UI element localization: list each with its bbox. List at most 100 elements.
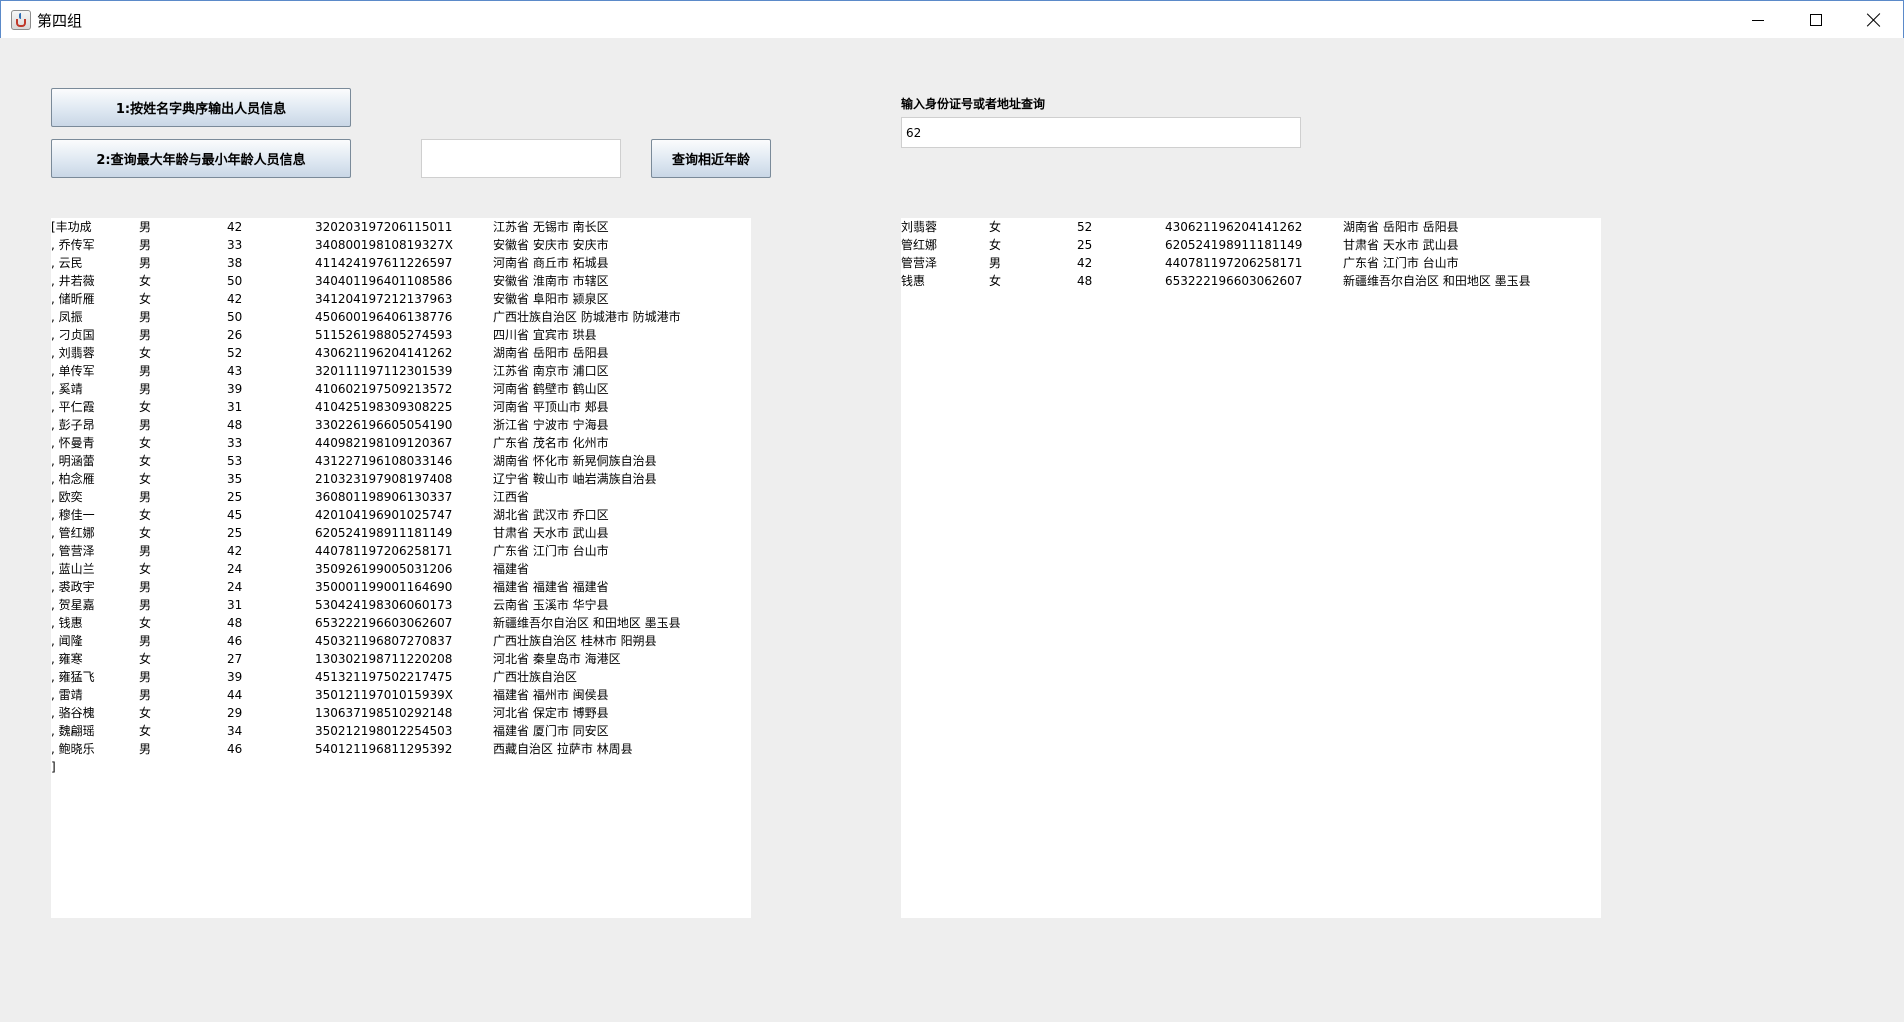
name-cell: , 钱惠 (51, 616, 83, 630)
address-cell: 广东省 江门市 台山市 (493, 544, 609, 558)
id-cell: 350926199005031206 (315, 562, 453, 576)
name-cell: , 欧奕 (51, 490, 83, 504)
address-cell: 河北省 秦皇岛市 海港区 (493, 652, 621, 666)
sex-cell: 男 (139, 670, 152, 684)
age-cell: 52 (1077, 220, 1093, 234)
sex-cell: 男 (139, 490, 152, 504)
age-cell: 39 (227, 382, 243, 396)
title-bar: 第四组 (0, 0, 1904, 38)
age-cell: 24 (227, 562, 243, 576)
id-cell: 451321197502217475 (315, 670, 453, 684)
sex-cell: 男 (139, 328, 152, 342)
name-cell: , 奚靖 (51, 382, 83, 396)
name-cell: , 雍寒 (51, 652, 83, 666)
name-cell: 管红娜 (901, 238, 938, 252)
id-cell: 320111197112301539 (315, 364, 453, 378)
name-cell: , 管红娜 (51, 526, 95, 540)
address-cell: 福建省 (493, 562, 530, 576)
name-cell: 管营泽 (901, 256, 938, 270)
sex-cell: 男 (139, 742, 152, 756)
sex-cell: 男 (139, 364, 152, 378)
list-row: , 明涵蕾 女 53 431227196108033146 湖南省 怀化市 新晃侗族自治… (51, 452, 751, 470)
age-cell: 29 (227, 706, 243, 720)
address-cell: 安徽省 阜阳市 颍泉区 (493, 292, 609, 306)
age-cell: 39 (227, 670, 243, 684)
list-row: , 乔传军 男 33 340800198108193​27X 安徽省 安庆市 安庆市 (51, 236, 751, 254)
address-cell: 福建省 福建省 福建省 (493, 580, 609, 594)
name-cell: , 储昕雁 (51, 292, 95, 306)
id-cell: 450321196807270837 (315, 634, 453, 648)
list-row: , 储昕雁 女 42 341204197212137963 安徽省 阜阳市 颍泉区 (51, 290, 751, 308)
address-cell: 河南省 商丘市 柘城县 (493, 256, 609, 270)
name-cell: , 骆谷槐 (51, 706, 95, 720)
id-cell: 620524198911181149 (315, 526, 453, 540)
age-input[interactable] (421, 139, 621, 178)
person-list-output[interactable]: [丰功成男 42 320203197206115011 江苏省 无锡市 南长区, 乔传… (51, 218, 751, 918)
name-cell: , 柏念雁 (51, 472, 95, 486)
sort-by-name-button[interactable]: 1:按姓名字典序输出人员信息 (51, 88, 351, 127)
id-cell: 431227196108033146 (315, 454, 453, 468)
list-row: , 凤振 男 50 450600196406138776 广西壮族自治区 防城港市 防城… (51, 308, 751, 326)
age-cell: 42 (1077, 256, 1093, 270)
age-cell: 42 (227, 292, 243, 306)
id-cell: 410425198309308225 (315, 400, 453, 414)
query-input[interactable] (901, 117, 1301, 148)
maximize-button[interactable] (1787, 1, 1845, 39)
close-button[interactable] (1845, 1, 1903, 39)
id-cell: 340401196401108586 (315, 274, 453, 288)
list-row: , 怀曼青 女 33 440982198109120367 广东省 茂名市 化州市 (51, 434, 751, 452)
list-row: , 鲍晓乐 男 46 540121196811295392 西藏自治区 拉萨市 林周县 (51, 740, 751, 758)
address-cell: 西藏自治区 拉萨市 林周县 (493, 742, 633, 756)
query-result-output[interactable]: 刘翡蓉女 52 430621196204141262 湖南省 岳阳市 岳阳县 管红娜女 2… (901, 218, 1601, 918)
query-near-age-button[interactable]: 查询相近年龄 (651, 139, 771, 178)
sex-cell: 男 (139, 310, 152, 324)
list-row: , 雍猛飞 男 39 451321197502217475 广西壮族自治区 (51, 668, 751, 686)
sex-cell: 女 (139, 652, 152, 666)
age-cell: 53 (227, 454, 243, 468)
name-cell: , 闻隆 (51, 634, 83, 648)
age-cell: 31 (227, 598, 243, 612)
age-cell: 25 (1077, 238, 1093, 252)
list-row: , 雍寒 女 27 130302198711220208 河北省 秦皇岛市 海港区 (51, 650, 751, 668)
minimize-button[interactable] (1729, 1, 1787, 39)
id-cell: 653222196603062607 (315, 616, 453, 630)
maximize-icon (1810, 14, 1822, 26)
sex-cell: 男 (139, 256, 152, 270)
minimize-icon (1752, 19, 1764, 21)
list-row: , 魏翩瑶 女 34 350212198012254503 福建省 厦门市 同安区 (51, 722, 751, 740)
id-cell: 130637198510292148 (315, 706, 453, 720)
age-cell: 38 (227, 256, 243, 270)
age-cell: 43 (227, 364, 243, 378)
age-cell: 42 (227, 220, 243, 234)
age-cell: 31 (227, 400, 243, 414)
age-cell: 33 (227, 238, 243, 252)
address-cell: 浙江省 宁波市 宁海县 (493, 418, 609, 432)
name-cell: , 怀曼青 (51, 436, 95, 450)
address-cell: 江西省 (493, 490, 530, 504)
age-cell: 46 (227, 634, 243, 648)
sex-cell: 女 (139, 616, 152, 630)
name-cell: , 鲍晓乐 (51, 742, 95, 756)
sex-cell: 男 (139, 382, 152, 396)
address-cell: 安徽省 淮南市 市辖区 (493, 274, 609, 288)
address-cell: 甘肃省 天水市 武山县 (493, 526, 609, 540)
address-cell: 湖南省 怀化市 新晃侗族自治县 (493, 454, 657, 468)
name-cell: , 管营泽 (51, 544, 95, 558)
name-cell: , 穆佳一 (51, 508, 95, 522)
sex-cell: 女 (989, 238, 1002, 252)
query-age-extremes-button[interactable]: 2:查询最大年龄与最小年龄人员信息 (51, 139, 351, 178)
name-cell: , 平仁霞 (51, 400, 95, 414)
age-cell: 25 (227, 490, 243, 504)
name-cell: , 刘翡蓉 (51, 346, 95, 360)
sex-cell: 女 (139, 274, 152, 288)
list-row: , 井若薇 女 50 340401196401108586 安徽省 淮南市 市辖区 (51, 272, 751, 290)
id-cell: 210323197908197408 (315, 472, 453, 486)
address-cell: 四川省 宜宾市 珙县 (493, 328, 597, 342)
address-cell: 广西壮族自治区 (493, 670, 578, 684)
id-cell: 540121196811295392 (315, 742, 453, 756)
sex-cell: 男 (139, 418, 152, 432)
id-cell: 360801198906130337 (315, 490, 453, 504)
address-cell: 江苏省 无锡市 南长区 (493, 220, 609, 234)
id-cell: 320203197206115011 (315, 220, 453, 234)
sex-cell: 女 (139, 508, 152, 522)
